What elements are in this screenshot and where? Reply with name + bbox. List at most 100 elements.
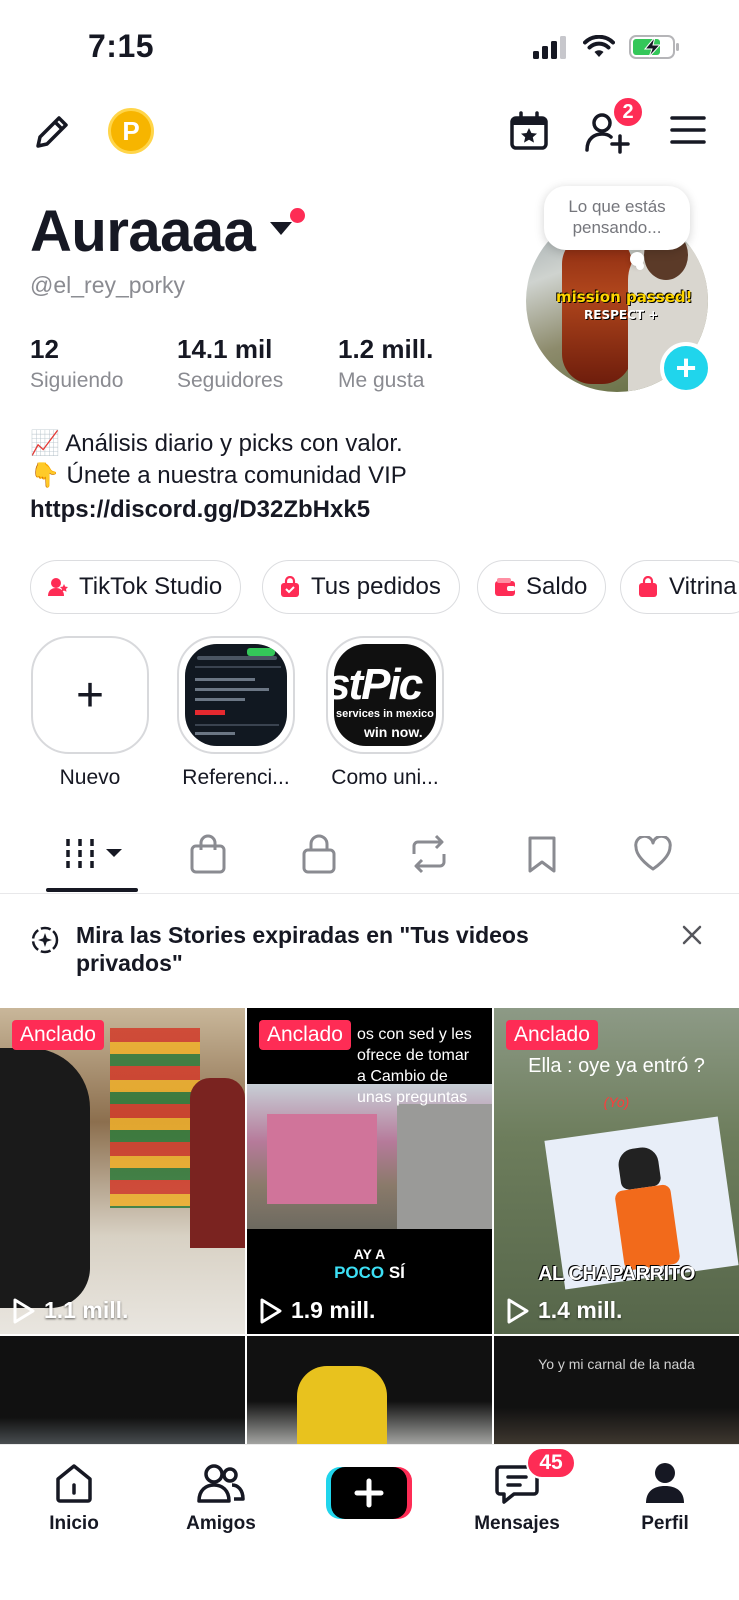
close-icon[interactable] <box>680 923 704 947</box>
story-highlights: + Nuevo Referenci... stPic services in m… <box>0 636 739 796</box>
bio: 📈 Análisis diario y picks con valor. 👇 Ú… <box>30 428 710 526</box>
thumb-subtext-2: win now. <box>364 724 423 740</box>
add-story-plus-icon[interactable]: + <box>660 342 712 394</box>
heart-icon <box>634 836 672 871</box>
lock-icon <box>302 834 336 874</box>
highlight-thumb: stPic services in mexico win now. <box>326 636 444 754</box>
chip-label: Saldo <box>526 573 588 600</box>
pinned-badge: Anclado <box>506 1020 598 1050</box>
pinned-badge: Anclado <box>12 1020 104 1050</box>
highlight-como-unirse[interactable]: stPic services in mexico win now. Como u… <box>326 636 444 790</box>
studio-icon <box>48 578 68 596</box>
signal-icon <box>533 36 566 59</box>
home-icon <box>56 1464 92 1503</box>
video-caption-bottom: AL CHAPARRITO <box>538 1263 695 1285</box>
tab-videos[interactable] <box>62 832 126 876</box>
chip-showcase[interactable]: Vitrina <box>620 560 739 614</box>
tab-reposts[interactable] <box>404 832 454 876</box>
friends-icon <box>197 1464 245 1503</box>
bottom-nav: Inicio Amigos Mensajes 45 Perfil <box>0 1444 739 1600</box>
edit-pencil-icon[interactable] <box>30 110 74 154</box>
play-icon <box>13 1298 35 1323</box>
display-name[interactable]: Auraaaa <box>30 198 256 265</box>
stories-icon <box>31 926 59 954</box>
chip-label: Vitrina <box>669 573 737 600</box>
following-count: 12 <box>30 334 59 364</box>
wifi-icon <box>583 35 615 57</box>
wallet-icon <box>495 578 515 596</box>
video-caption: Yo y mi carnal de la nada <box>538 1356 695 1372</box>
account-switch-caret-icon[interactable] <box>270 222 292 235</box>
video-caption: Ella : oye ya entró ? <box>528 1055 705 1077</box>
video-thumbnail[interactable] <box>0 1336 245 1448</box>
shopping-bag-icon <box>639 576 657 597</box>
video-thumbnail[interactable]: Anclado 1.1 mill. <box>0 1008 245 1334</box>
view-count: 1.4 mill. <box>506 1297 622 1324</box>
nav-label: Mensajes <box>474 1513 560 1534</box>
chip-label: Tus pedidos <box>311 573 441 600</box>
stat-likes[interactable]: 1.2 mill. Me gusta <box>338 334 433 393</box>
video-thumbnail[interactable] <box>247 1336 492 1448</box>
followers-label: Seguidores <box>177 369 284 392</box>
profile-stats: 12 Siguiendo 14.1 mil Seguidores 1.2 mil… <box>30 334 510 394</box>
bookmark-icon <box>528 836 556 873</box>
likes-label: Me gusta <box>338 369 425 392</box>
play-icon <box>260 1298 282 1323</box>
bio-line-1: 📈 Análisis diario y picks con valor. <box>30 430 403 457</box>
likes-count: 1.2 mill. <box>338 334 434 364</box>
status-icons <box>533 34 681 60</box>
follow-requests-badge: 2 <box>612 96 644 128</box>
profile-icon <box>646 1463 684 1503</box>
profile-tabs <box>0 818 739 894</box>
view-count: 1.9 mill. <box>259 1297 375 1324</box>
nav-label: Inicio <box>49 1513 99 1534</box>
followers-count: 14.1 mil <box>177 334 273 364</box>
thumb-text: stPic <box>334 660 423 709</box>
tab-favorites[interactable] <box>517 832 567 876</box>
video-thumbnail[interactable]: Yo y mi carnal de la nada <box>494 1336 739 1448</box>
coin-letter: P <box>122 115 140 146</box>
nav-label: Perfil <box>641 1513 689 1534</box>
avatar-caption: mission passed! <box>556 288 693 306</box>
create-icon <box>326 1467 412 1519</box>
play-icon <box>507 1298 529 1323</box>
expired-stories-banner[interactable]: Mira las Stories expiradas en "Tus video… <box>0 895 739 1007</box>
battery-charging-icon <box>629 35 679 59</box>
note-bubble[interactable]: Lo que estás pensando... <box>544 186 690 250</box>
stat-following[interactable]: 12 Siguiendo <box>30 334 123 393</box>
create-button[interactable] <box>326 1465 412 1521</box>
bio-line-2: 👇 Únete a nuestra comunidad VIP <box>30 462 407 489</box>
profile-shortcuts: TikTok Studio Tus pedidos Saldo Vitrina <box>30 560 739 616</box>
chip-tiktok-studio[interactable]: TikTok Studio <box>30 560 242 614</box>
nav-home[interactable]: Inicio <box>19 1459 129 1535</box>
video-thumbnail[interactable]: Ella : oye ya entró ? (Yo) AL CHAPARRITO… <box>494 1008 739 1334</box>
highlight-label: Nuevo <box>59 766 121 789</box>
tab-shop[interactable] <box>183 832 233 876</box>
thumb-subtext: services in mexico <box>336 708 434 720</box>
coin-icon[interactable]: P <box>108 108 154 154</box>
view-count: 1.1 mill. <box>12 1297 128 1324</box>
nav-friends[interactable]: Amigos <box>166 1459 276 1535</box>
chip-balance[interactable]: Saldo <box>477 560 607 614</box>
tab-liked[interactable] <box>628 832 678 876</box>
repost-icon <box>412 834 446 874</box>
calendar-star-icon[interactable] <box>508 110 550 152</box>
video-grid: Anclado 1.1 mill. os con sed y les ofrec… <box>0 1008 739 1448</box>
note-bubble-tail-small <box>636 262 644 270</box>
stat-followers[interactable]: 14.1 mil Seguidores <box>177 334 283 393</box>
following-label: Siguiendo <box>30 369 124 392</box>
highlight-thumb <box>177 636 295 754</box>
chip-orders[interactable]: Tus pedidos <box>262 560 460 614</box>
tab-private[interactable] <box>294 832 344 876</box>
highlight-referencias[interactable]: Referenci... <box>177 636 295 790</box>
nav-profile[interactable]: Perfil <box>610 1459 720 1535</box>
notification-dot <box>290 208 305 223</box>
pinned-badge: Anclado <box>259 1020 351 1050</box>
video-thumbnail[interactable]: os con sed y les ofrece de tomar a Cambi… <box>247 1008 492 1334</box>
shopping-bag-icon <box>190 834 226 874</box>
bio-link[interactable]: https://discord.gg/D32ZbHxk5 <box>30 494 710 526</box>
shopping-bag-icon <box>281 576 299 597</box>
active-tab-indicator <box>46 888 138 892</box>
highlight-new[interactable]: + Nuevo <box>31 636 149 790</box>
menu-icon[interactable] <box>670 114 706 146</box>
